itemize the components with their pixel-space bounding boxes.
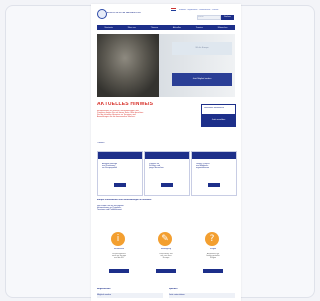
feature-text: Wissenswertes rund um Europa und die EU: [111, 253, 127, 259]
logo-text[interactable]: EUROPÄISCHE BEWEGUNG: [107, 12, 145, 15]
topic-tile[interactable]: Europapolitik Aktuelle Beiträge und Posit…: [97, 151, 143, 196]
feature-card: ✎ Beteiligung Diskutieren Sie mit uns übe…: [144, 232, 188, 278]
footer-heading: Mitgliedschaft: [97, 288, 111, 290]
hero-caption: Wir für Europa: [172, 42, 232, 55]
topic-tile[interactable]: Bildung & Jugend Projekte für Schulen und…: [144, 151, 190, 196]
question-icon: ?: [205, 232, 219, 246]
feature-text: Diskutieren Sie mit uns über Europa: [159, 253, 173, 259]
nav-item-about[interactable]: Über uns: [128, 27, 136, 29]
hero-cta-button[interactable]: Jetzt Mitglied werden: [172, 73, 232, 86]
info-icon: i: [111, 232, 125, 246]
topic-tile[interactable]: Netzwerk Unsere Partner und Mitglieds-org…: [191, 151, 237, 196]
intro-line: Anmeldungen für die kommenden Wochen.: [97, 116, 136, 118]
tile-caption: Bildung & Jugend: [145, 152, 189, 166]
pencil-icon: ✎: [158, 232, 172, 246]
feature-title: Beteiligung: [161, 248, 171, 250]
intro-text: Informationen zu unseren Veranstaltungen…: [97, 110, 179, 124]
nav-item-join[interactable]: Mitmachen: [218, 27, 228, 29]
search-input[interactable]: Suche: [197, 15, 221, 20]
newsletter-button[interactable]: Jetzt anmelden: [202, 114, 235, 126]
webpage: Kontakt · Impressum · Datenschutz · Pres…: [91, 4, 241, 301]
footer-link[interactable]: Jetzt unterstützen: [169, 293, 235, 298]
nav-item-topics[interactable]: Themen: [151, 27, 158, 29]
top-links[interactable]: Kontakt · Impressum · Datenschutz · Pres…: [179, 9, 234, 11]
feature-button[interactable]: [203, 269, 223, 273]
feature-title: Fragen: [209, 248, 217, 250]
hero-banner: Wir für Europa Jetzt Mitglied werden: [97, 34, 235, 97]
footer-link[interactable]: Mitglied werden: [97, 293, 163, 298]
section-text: Hier finden Sie die wichtigsten Informati…: [97, 205, 124, 211]
statue-image: [97, 34, 159, 97]
page-headline: AKTUELLES HINWEIS: [97, 102, 154, 107]
nav-item-home[interactable]: Startseite: [104, 27, 112, 29]
main-navigation: Startseite Über uns Themen Aktuelles Ter…: [97, 25, 235, 30]
tile-more-button[interactable]: [208, 183, 220, 187]
search-button[interactable]: Suchen: [221, 15, 234, 20]
footer-heading: Spenden: [169, 288, 178, 290]
newsletter-title: Newsletter abonnieren: [204, 107, 225, 109]
feature-button[interactable]: [109, 269, 129, 273]
tile-body: Aktuelle Beiträge und Positionen zur Europ…: [102, 163, 118, 169]
feature-card: ? Fragen Antworten auf häufig gestellte Fr…: [191, 232, 235, 278]
newsletter-box: Newsletter abonnieren Jetzt anmelden: [201, 104, 236, 127]
nav-item-events[interactable]: Termine: [196, 27, 203, 29]
feature-card: i Information Wissenswertes rund um Europ…: [97, 232, 141, 278]
language-flag-icon[interactable]: [171, 8, 176, 11]
tile-body: Projekte für Schulen und junge Menschen: [149, 163, 164, 169]
logo-icon[interactable]: [97, 9, 107, 19]
tile-body: Unsere Partner und Mitglieds-organisation…: [196, 163, 210, 169]
nav-item-news[interactable]: Aktuelles: [173, 27, 181, 29]
feature-title: Information: [113, 248, 124, 250]
tile-more-button[interactable]: [114, 183, 126, 187]
section-label: Themen: [97, 142, 105, 144]
footer-column: Mitgliedschaft Mitglied werden: [97, 288, 163, 301]
feature-text: Antworten auf häufig gestellte Fragen: [206, 253, 220, 259]
section-heading: Europa: Informationen und Veranstaltunge…: [97, 199, 152, 201]
footer-column: Spenden Jetzt unterstützen: [169, 288, 235, 301]
tile-caption: Netzwerk: [192, 152, 236, 166]
tile-more-button[interactable]: [161, 183, 173, 187]
tile-caption: Europapolitik: [98, 152, 142, 166]
feature-button[interactable]: [156, 269, 176, 273]
